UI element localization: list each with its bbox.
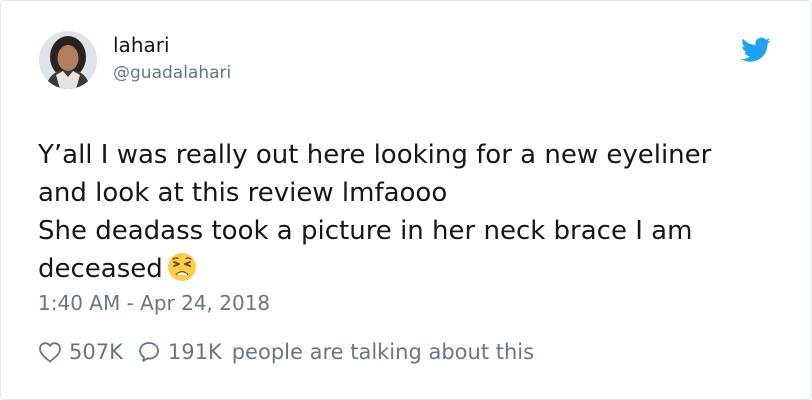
timestamp[interactable]: 1:40 AM - Apr 24, 2018 (38, 293, 270, 313)
tweet-line-text: deceased (38, 254, 163, 284)
avatar-photo (39, 31, 97, 89)
reply-bubble-icon (137, 340, 161, 364)
tweet-card: lahari @guadalahari Y’all I was really o… (0, 0, 812, 400)
action-bar: 507K 191K people are talking about this (38, 338, 534, 366)
tweet-line: Y’all I was really out here looking for … (38, 140, 712, 170)
tweet-line: and look at this review lmfaooo (38, 178, 448, 208)
reply-button[interactable]: 191K (127, 340, 226, 364)
tweet-line: She deadass took a picture in her neck b… (38, 216, 693, 246)
tweet-line-with-emoji: deceased (38, 250, 778, 288)
weary-face-emoji-icon (167, 252, 197, 282)
user-handle[interactable]: @guadalahari (113, 65, 231, 82)
twitter-bird-icon[interactable] (741, 37, 771, 63)
like-count: 507K (69, 339, 123, 364)
people-talking-link[interactable]: people are talking about this (232, 341, 534, 363)
tweet-text: Y’all I was really out here looking for … (38, 136, 778, 288)
heart-icon (38, 341, 62, 363)
like-button[interactable]: 507K (38, 341, 127, 363)
display-name[interactable]: lahari (113, 35, 170, 55)
reply-count: 191K (167, 339, 222, 364)
avatar[interactable] (39, 31, 97, 89)
